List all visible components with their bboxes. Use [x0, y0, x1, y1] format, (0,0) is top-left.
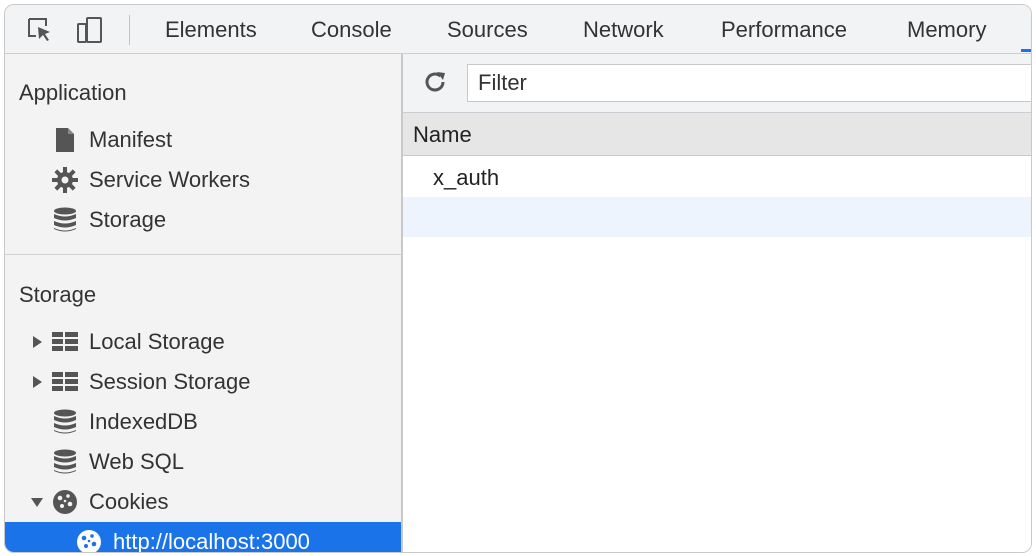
- sidebar-item-session-storage[interactable]: Session Storage: [5, 362, 401, 402]
- application-sidebar: Application Manifest Service Workers Sto…: [5, 54, 403, 552]
- sidebar-item-label: IndexedDB: [89, 409, 198, 434]
- toolbar-divider: [129, 15, 130, 45]
- section-title-storage: Storage: [19, 282, 97, 307]
- column-header-name[interactable]: Name: [413, 122, 472, 148]
- database-icon: [51, 408, 79, 436]
- tab-elements[interactable]: Elements: [165, 15, 257, 45]
- devtools-window: Elements Console Sources Network Perform…: [4, 4, 1032, 553]
- collapse-arrow-icon[interactable]: [29, 494, 45, 510]
- tab-console[interactable]: Console: [311, 15, 392, 45]
- table-row[interactable]: [403, 197, 1031, 237]
- inspect-element-icon[interactable]: [23, 13, 57, 47]
- sidebar-item-cookies[interactable]: Cookies: [5, 482, 401, 522]
- sidebar-item-label: Session Storage: [89, 369, 251, 394]
- expand-arrow-icon[interactable]: [29, 374, 45, 390]
- filter-input[interactable]: [467, 64, 1031, 102]
- sidebar-item-label: Storage: [89, 207, 167, 232]
- tab-sources[interactable]: Sources: [447, 15, 528, 45]
- filter-toolbar: [403, 54, 1031, 113]
- sidebar-item-service-workers[interactable]: Service Workers: [5, 160, 401, 200]
- sidebar-item-label: Web SQL: [89, 449, 184, 474]
- sidebar-item-label: http://localhost:3000: [113, 529, 310, 553]
- grid-icon: [51, 368, 79, 396]
- sidebar-item-label: Manifest: [89, 127, 173, 152]
- grid-icon: [51, 328, 79, 356]
- cookie-name-cell: x_auth: [433, 165, 500, 190]
- table-row[interactable]: x_auth: [403, 157, 1031, 197]
- gear-icon: [51, 166, 79, 194]
- cookie-icon: [75, 528, 103, 552]
- tab-memory[interactable]: Memory: [907, 15, 986, 45]
- table-header: Name: [403, 113, 1031, 156]
- tab-performance[interactable]: Performance: [721, 15, 847, 45]
- expand-arrow-icon[interactable]: [29, 334, 45, 350]
- device-toolbar-icon[interactable]: [73, 13, 107, 47]
- sidebar-item-storage[interactable]: Storage: [5, 200, 401, 240]
- sidebar-item-manifest[interactable]: Manifest: [5, 120, 401, 160]
- sidebar-item-web-sql[interactable]: Web SQL: [5, 442, 401, 482]
- section-title-application: Application: [19, 80, 127, 105]
- cookie-icon: [51, 488, 79, 516]
- database-icon: [51, 206, 79, 234]
- sidebar-divider: [5, 254, 401, 255]
- database-icon: [51, 448, 79, 476]
- devtools-toolbar: Elements Console Sources Network Perform…: [5, 5, 1031, 54]
- tab-network[interactable]: Network: [583, 15, 664, 45]
- sidebar-item-label: Local Storage: [89, 329, 225, 354]
- sidebar-item-cookie-origin[interactable]: http://localhost:3000: [5, 522, 401, 553]
- file-icon: [51, 126, 79, 154]
- refresh-icon[interactable]: [421, 68, 449, 96]
- sidebar-item-indexeddb[interactable]: IndexedDB: [5, 402, 401, 442]
- sidebar-item-label: Cookies: [89, 489, 169, 514]
- cookies-panel: Name x_auth: [403, 54, 1031, 552]
- sidebar-item-local-storage[interactable]: Local Storage: [5, 322, 401, 362]
- active-tab-indicator: [1021, 49, 1031, 52]
- sidebar-item-label: Service Workers: [89, 167, 250, 192]
